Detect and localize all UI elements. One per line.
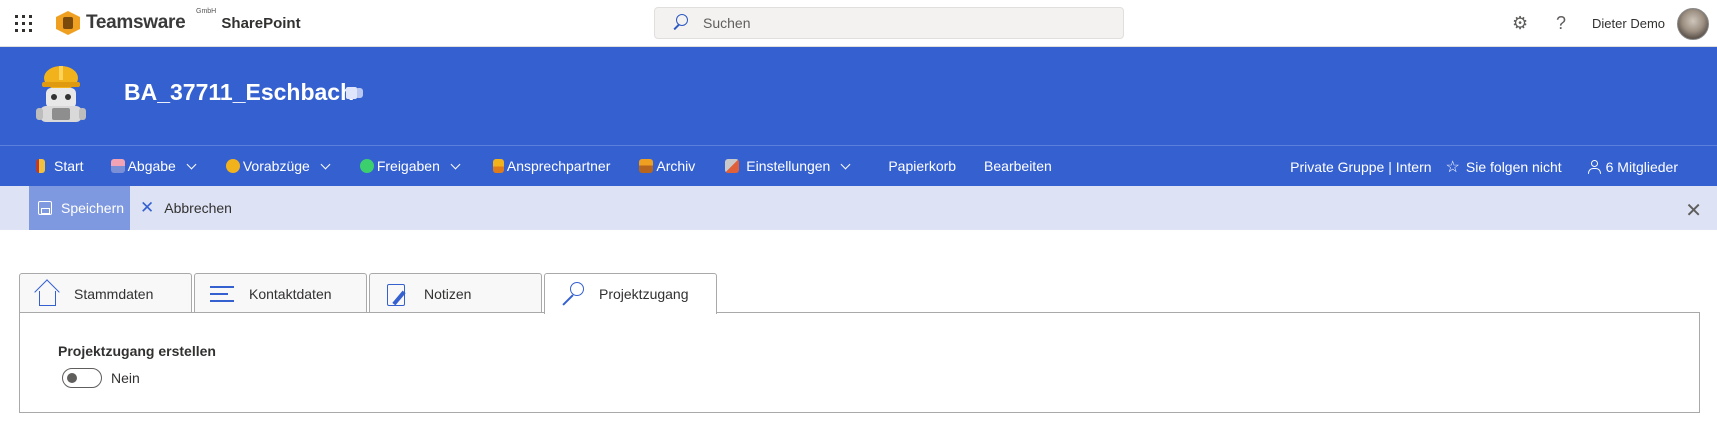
save-label: Speichern bbox=[61, 200, 125, 216]
save-icon bbox=[38, 201, 52, 215]
help-icon[interactable]: ? bbox=[1556, 13, 1566, 34]
brand-link[interactable]: Teamsware GmbH bbox=[56, 0, 216, 47]
start-icon bbox=[36, 159, 45, 173]
cancel-x-icon: ✕ bbox=[140, 198, 155, 217]
follow-label: Sie folgen nicht bbox=[1465, 158, 1562, 175]
search-input[interactable] bbox=[703, 15, 1103, 31]
close-icon[interactable]: ✕ bbox=[1685, 198, 1702, 223]
site-navigation: Start Abgabe Vorabzüge Freigaben Ansprec… bbox=[0, 145, 1717, 186]
suite-bar: Teamsware GmbH SharePoint ⚙ ? Dieter Dem… bbox=[0, 0, 1717, 47]
group-info: Private Gruppe | Intern bbox=[1290, 158, 1432, 175]
nav-item-label: Archiv bbox=[656, 158, 696, 174]
cancel-button[interactable]: ✕ Abbrechen bbox=[140, 198, 232, 218]
tab-projektzugang[interactable]: Projektzugang bbox=[544, 273, 717, 314]
nav-item-label: Freigaben bbox=[376, 158, 440, 174]
einstellungen-icon bbox=[725, 159, 740, 173]
waffle-icon bbox=[14, 14, 32, 32]
nav-item-label: Vorabzüge bbox=[242, 158, 310, 174]
nav-item-start[interactable]: Start bbox=[36, 146, 84, 187]
projektzugang-toggle[interactable] bbox=[62, 368, 102, 388]
field-label: Projektzugang erstellen bbox=[58, 343, 216, 359]
search-icon bbox=[671, 13, 691, 33]
teams-icon[interactable] bbox=[346, 84, 364, 102]
nav-item-archiv[interactable]: Archiv bbox=[639, 146, 695, 187]
cancel-label: Abbrechen bbox=[164, 200, 232, 216]
avatar[interactable] bbox=[1677, 7, 1709, 40]
tab-strip: Stammdaten Kontaktdaten Notizen Projektz… bbox=[19, 273, 719, 314]
teamsware-logo-icon bbox=[56, 11, 80, 35]
lines-icon bbox=[209, 280, 237, 308]
nav-item-vorabzuege[interactable]: Vorabzüge bbox=[225, 146, 331, 187]
settings-gear-icon[interactable]: ⚙ bbox=[1510, 13, 1530, 34]
nav-item-label: Bearbeiten bbox=[984, 158, 1052, 174]
nav-item-ansprechpartner[interactable]: Ansprechpartner bbox=[492, 146, 611, 187]
site-header: BA_37711_Eschbach bbox=[0, 47, 1717, 145]
star-icon: ☆ bbox=[1445, 158, 1460, 176]
members-button[interactable]: 6 Mitglieder bbox=[1587, 158, 1678, 175]
app-launcher-button[interactable] bbox=[0, 0, 46, 47]
nav-item-label: Einstellungen bbox=[746, 158, 831, 174]
notes-icon bbox=[384, 280, 412, 308]
app-name-link[interactable]: SharePoint bbox=[221, 15, 300, 32]
brand-name: Teamsware bbox=[86, 12, 186, 33]
tab-label: Projektzugang bbox=[599, 286, 689, 302]
vorabzuege-icon bbox=[225, 159, 240, 173]
nav-item-abgabe[interactable]: Abgabe bbox=[110, 146, 197, 187]
nav-item-bearbeiten[interactable]: Bearbeiten bbox=[984, 146, 1052, 187]
person-icon bbox=[1587, 159, 1601, 174]
ansprechpartner-icon bbox=[492, 159, 504, 173]
save-button[interactable]: Speichern bbox=[29, 186, 130, 230]
key-icon bbox=[559, 280, 587, 308]
freigaben-icon bbox=[359, 159, 374, 173]
home-icon bbox=[34, 278, 62, 308]
brand-suffix: GmbH bbox=[196, 7, 217, 15]
nav-item-einstellungen[interactable]: Einstellungen bbox=[725, 146, 851, 187]
chevron-down-icon bbox=[450, 159, 461, 169]
site-title[interactable]: BA_37711_Eschbach bbox=[124, 79, 354, 106]
user-name[interactable]: Dieter Demo bbox=[1592, 16, 1665, 31]
follow-button[interactable]: ☆ Sie folgen nicht bbox=[1446, 157, 1562, 177]
nav-item-papierkorb[interactable]: Papierkorb bbox=[888, 146, 956, 187]
tab-notizen[interactable]: Notizen bbox=[369, 273, 542, 313]
nav-item-label: Ansprechpartner bbox=[506, 158, 611, 174]
tab-label: Kontaktdaten bbox=[249, 285, 332, 302]
site-logo-robot-icon[interactable] bbox=[32, 62, 90, 124]
tab-stammdaten[interactable]: Stammdaten bbox=[19, 273, 192, 313]
nav-item-freigaben[interactable]: Freigaben bbox=[359, 146, 461, 187]
nav-item-label: Papierkorb bbox=[888, 158, 957, 174]
toggle-state-text: Nein bbox=[111, 370, 140, 386]
nav-item-label: Start bbox=[54, 158, 84, 174]
search-box[interactable] bbox=[654, 7, 1124, 39]
command-bar: Speichern ✕ Abbrechen ✕ bbox=[0, 186, 1717, 230]
chevron-down-icon bbox=[840, 159, 851, 169]
tab-kontaktdaten[interactable]: Kontaktdaten bbox=[194, 273, 367, 313]
tab-label: Notizen bbox=[424, 285, 472, 302]
abgabe-icon bbox=[110, 159, 125, 173]
chevron-down-icon bbox=[320, 159, 331, 169]
members-label: 6 Mitglieder bbox=[1605, 158, 1678, 175]
toggle-knob bbox=[67, 373, 77, 383]
nav-item-label: Abgabe bbox=[127, 158, 176, 174]
tab-panel-projektzugang: Projektzugang erstellen Nein bbox=[19, 312, 1700, 413]
tab-label: Stammdaten bbox=[74, 285, 154, 302]
chevron-down-icon bbox=[186, 159, 197, 169]
archiv-icon bbox=[639, 159, 654, 173]
